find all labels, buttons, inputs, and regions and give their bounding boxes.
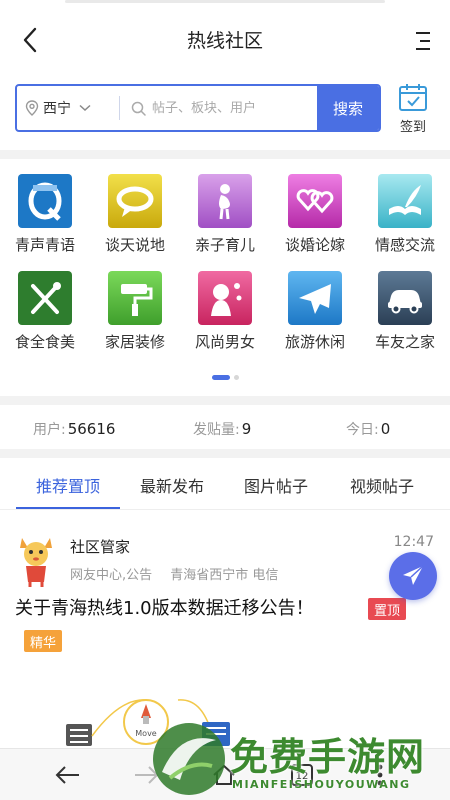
region-label: 西宁 bbox=[43, 101, 71, 117]
speech-q-icon bbox=[18, 174, 72, 228]
category-item[interactable]: 谈天说地 bbox=[90, 168, 180, 263]
tab-recommended[interactable]: 推荐置顶 bbox=[16, 460, 120, 510]
arrow-left-icon bbox=[55, 766, 79, 784]
car-icon bbox=[378, 271, 432, 325]
region-selector[interactable]: 西宁 bbox=[25, 86, 91, 130]
avatar[interactable] bbox=[16, 532, 56, 588]
nav-home-button[interactable] bbox=[206, 757, 242, 793]
category-item[interactable]: 食全食美 bbox=[0, 265, 90, 360]
book-feather-icon bbox=[378, 174, 432, 228]
section-divider bbox=[0, 150, 450, 159]
stat-users: 用户: 56616 bbox=[33, 419, 115, 439]
paint-roller-icon bbox=[108, 271, 162, 325]
category-grid: 青声青语 谈天说地 亲子育儿 谈婚论嫁 情感交流 食全食美 家居装修 风尚男女 … bbox=[0, 168, 450, 368]
nav-more-button[interactable] bbox=[362, 757, 398, 793]
category-item[interactable]: 车友之家 bbox=[360, 265, 450, 360]
category-item[interactable]: 风尚男女 bbox=[180, 265, 270, 360]
stat-label: 发贴量: bbox=[193, 422, 240, 438]
page-title: 热线社区 bbox=[186, 30, 263, 52]
post-source: 网友中心,公告 bbox=[70, 568, 153, 583]
search-field bbox=[131, 86, 331, 130]
bottom-nav-bar: 12 bbox=[0, 748, 450, 800]
category-item[interactable]: 亲子育儿 bbox=[180, 168, 270, 263]
mother-icon bbox=[198, 174, 252, 228]
nav-forward-button[interactable] bbox=[128, 757, 164, 793]
compose-button[interactable] bbox=[389, 552, 437, 600]
post-image-caption: Move bbox=[135, 729, 157, 738]
category-label: 亲子育儿 bbox=[194, 236, 255, 254]
category-label: 青声青语 bbox=[14, 236, 75, 254]
app-header: 热线社区 bbox=[0, 0, 450, 80]
tab-underline bbox=[16, 507, 120, 509]
arrow-right-icon bbox=[135, 766, 159, 784]
post-tabs: 推荐置顶 最新发布 图片帖子 视频帖子 bbox=[0, 460, 450, 510]
cutlery-icon bbox=[18, 271, 72, 325]
section-divider bbox=[0, 396, 450, 405]
screen: 热线社区 西宁 搜索 bbox=[0, 0, 450, 800]
post-meta: 网友中心,公告 青海省西宁市 电信 bbox=[70, 564, 278, 583]
checkin-button[interactable]: 签到 bbox=[390, 82, 436, 136]
nav-back-button[interactable] bbox=[50, 757, 86, 793]
tab-videos[interactable]: 视频帖子 bbox=[334, 460, 430, 510]
tab-images[interactable]: 图片帖子 bbox=[228, 460, 324, 510]
category-label: 食全食美 bbox=[14, 333, 75, 351]
nav-tabs-button[interactable]: 12 bbox=[284, 757, 320, 793]
checkin-label: 签到 bbox=[399, 120, 426, 135]
search-input[interactable] bbox=[152, 100, 322, 116]
category-label: 车友之家 bbox=[374, 333, 435, 351]
stat-label: 用户: bbox=[33, 422, 66, 438]
tab-count: 12 bbox=[296, 771, 309, 782]
category-label: 家居装修 bbox=[104, 333, 165, 351]
category-label: 谈天说地 bbox=[104, 236, 165, 254]
post-title[interactable]: 关于青海热线1.0版本数据迁移公告！ bbox=[15, 594, 314, 620]
search-bar: 西宁 搜索 bbox=[15, 84, 381, 132]
category-item[interactable]: 旅游休闲 bbox=[270, 265, 360, 360]
paper-plane-icon bbox=[403, 565, 424, 585]
section-divider bbox=[0, 449, 450, 458]
post-image[interactable]: Move bbox=[60, 688, 240, 750]
chevron-down-icon bbox=[79, 104, 91, 112]
category-label: 谈婚论嫁 bbox=[284, 236, 345, 254]
featured-badge: 精华 bbox=[24, 630, 63, 652]
post-location: 青海省西宁市 电信 bbox=[170, 568, 279, 583]
search-button[interactable]: 搜索 bbox=[317, 86, 379, 130]
stat-value: 0 bbox=[380, 420, 391, 438]
category-item[interactable]: 青声青语 bbox=[0, 168, 90, 263]
page-indicator bbox=[0, 375, 450, 380]
page-dot-active[interactable] bbox=[211, 375, 230, 380]
stats-bar: 用户: 56616 发贴量: 9 今日: 0 bbox=[0, 408, 450, 450]
fashion-icon bbox=[198, 271, 252, 325]
category-item[interactable]: 家居装修 bbox=[90, 265, 180, 360]
status-line bbox=[65, 0, 385, 3]
stat-posts: 发贴量: 9 bbox=[193, 419, 251, 439]
post-item[interactable]: 社区管家 12:47 网友中心,公告 青海省西宁市 电信 关于青海热线1.0版本… bbox=[0, 518, 450, 748]
stat-value: 56616 bbox=[67, 420, 116, 438]
stat-today: 今日: 0 bbox=[346, 419, 390, 439]
home-icon bbox=[213, 764, 235, 785]
page-dot[interactable] bbox=[233, 375, 239, 380]
hearts-icon bbox=[288, 174, 342, 228]
tab-latest[interactable]: 最新发布 bbox=[124, 460, 220, 510]
search-divider bbox=[119, 96, 120, 120]
tabs-icon: 12 bbox=[291, 764, 313, 786]
stat-label: 今日: bbox=[346, 422, 379, 438]
menu-icon bbox=[416, 32, 430, 50]
category-item[interactable]: 情感交流 bbox=[360, 168, 450, 263]
calendar-check-icon bbox=[399, 84, 427, 111]
search-icon bbox=[131, 101, 146, 116]
pinned-badge: 置顶 bbox=[368, 598, 407, 620]
airplane-icon bbox=[288, 271, 342, 325]
menu-button[interactable] bbox=[408, 24, 438, 58]
category-item[interactable]: 谈婚论嫁 bbox=[270, 168, 360, 263]
category-label: 风尚男女 bbox=[194, 333, 255, 351]
chat-bubble-icon bbox=[108, 174, 162, 228]
category-label: 情感交流 bbox=[374, 236, 435, 254]
location-pin-icon bbox=[25, 100, 39, 116]
stat-value: 9 bbox=[241, 420, 252, 438]
category-label: 旅游休闲 bbox=[284, 333, 345, 351]
post-time: 12:47 bbox=[393, 534, 434, 550]
post-author[interactable]: 社区管家 bbox=[70, 536, 130, 557]
more-vertical-icon bbox=[377, 764, 383, 786]
